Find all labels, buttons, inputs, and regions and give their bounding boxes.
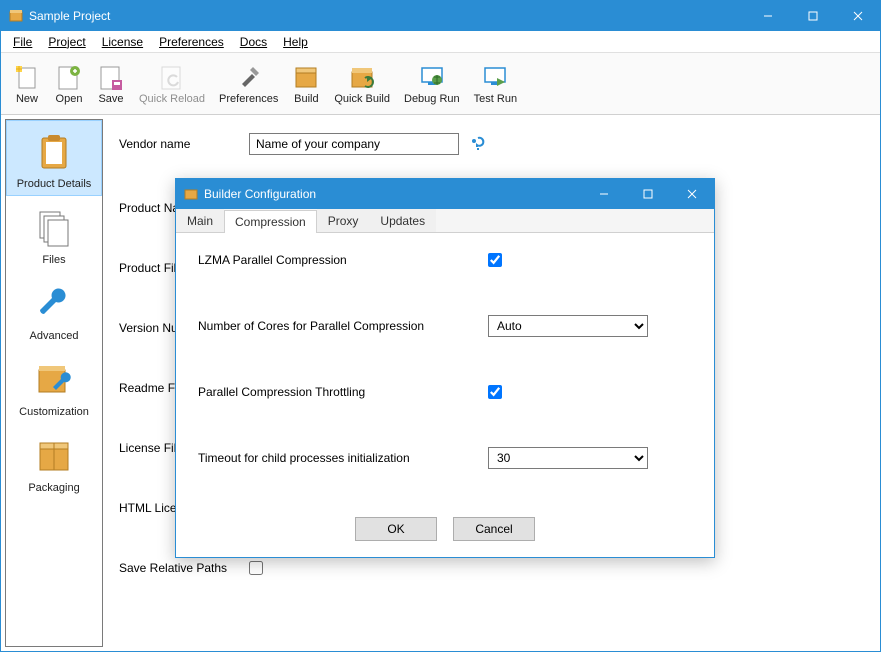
timeout-select[interactable]: 30	[488, 447, 648, 469]
quick-build-icon	[348, 63, 376, 91]
vendor-name-input[interactable]	[249, 133, 459, 155]
ok-button[interactable]: OK	[355, 517, 437, 541]
customization-icon	[32, 358, 76, 402]
row-save-relative: Save Relative Paths	[119, 561, 864, 575]
cores-label: Number of Cores for Parallel Compression	[198, 319, 488, 333]
toolbar-quick-build[interactable]: Quick Build	[328, 56, 396, 112]
app-icon	[9, 9, 23, 23]
toolbar-quick-reload: Quick Reload	[133, 56, 211, 112]
throttle-label: Parallel Compression Throttling	[198, 385, 488, 399]
toolbar: New Open Save Quick Reload Preferences B…	[1, 53, 880, 115]
tab-main[interactable]: Main	[176, 209, 224, 232]
sidebar-item-label: Customization	[19, 406, 89, 418]
debug-run-icon	[418, 63, 446, 91]
menubar: File Project License Preferences Docs He…	[1, 31, 880, 53]
files-icon	[32, 206, 76, 250]
row-timeout: Timeout for child processes initializati…	[198, 447, 692, 469]
titlebar: Sample Project	[1, 1, 880, 31]
sidebar-item-label: Packaging	[28, 482, 79, 494]
tab-proxy[interactable]: Proxy	[317, 209, 370, 232]
preferences-icon	[235, 63, 263, 91]
toolbar-debug-run[interactable]: Debug Run	[398, 56, 466, 112]
row-lzma: LZMA Parallel Compression	[198, 253, 692, 267]
package-icon	[32, 434, 76, 478]
clipboard-icon	[32, 130, 76, 174]
dialog-minimize-button[interactable]	[582, 179, 626, 209]
throttle-checkbox[interactable]	[488, 385, 502, 399]
menu-project[interactable]: Project	[40, 33, 93, 51]
sidebar-item-files[interactable]: Files	[6, 196, 102, 272]
row-throttle: Parallel Compression Throttling	[198, 385, 692, 399]
maximize-button[interactable]	[790, 1, 835, 31]
timeout-label: Timeout for child processes initializati…	[198, 451, 488, 465]
test-run-icon	[481, 63, 509, 91]
toolbar-new[interactable]: New	[7, 56, 47, 112]
sidebar-item-label: Files	[42, 254, 65, 266]
toolbar-build[interactable]: Build	[286, 56, 326, 112]
build-icon	[292, 63, 320, 91]
save-icon	[97, 63, 125, 91]
sidebar-item-label: Product Details	[17, 178, 92, 190]
sidebar-item-packaging[interactable]: Packaging	[6, 424, 102, 500]
wrench-icon	[32, 282, 76, 326]
close-button[interactable]	[835, 1, 880, 31]
sidebar-item-product-details[interactable]: Product Details	[6, 120, 102, 196]
toolbar-test-run[interactable]: Test Run	[468, 56, 523, 112]
sidebar-item-label: Advanced	[30, 330, 79, 342]
dialog-icon	[184, 187, 198, 201]
window-controls	[745, 1, 880, 31]
save-relative-checkbox[interactable]	[249, 561, 263, 575]
row-cores: Number of Cores for Parallel Compression…	[198, 315, 692, 337]
toolbar-save[interactable]: Save	[91, 56, 131, 112]
dialog-tabs: Main Compression Proxy Updates	[176, 209, 714, 233]
menu-file[interactable]: File	[5, 33, 40, 51]
sidebar-item-advanced[interactable]: Advanced	[6, 272, 102, 348]
menu-docs[interactable]: Docs	[232, 33, 275, 51]
lzma-checkbox[interactable]	[488, 253, 502, 267]
open-icon	[55, 63, 83, 91]
dialog-buttons: OK Cancel	[176, 509, 714, 553]
vendor-name-label: Vendor name	[119, 137, 249, 151]
lzma-label: LZMA Parallel Compression	[198, 253, 488, 267]
tab-updates[interactable]: Updates	[369, 209, 436, 232]
window-title: Sample Project	[29, 9, 745, 23]
tab-compression[interactable]: Compression	[224, 210, 317, 233]
new-icon	[13, 63, 41, 91]
dialog-title: Builder Configuration	[204, 187, 582, 201]
sidebar-item-customization[interactable]: Customization	[6, 348, 102, 424]
reload-icon	[158, 63, 186, 91]
dialog-body: LZMA Parallel Compression Number of Core…	[176, 233, 714, 509]
dialog-titlebar: Builder Configuration	[176, 179, 714, 209]
menu-license[interactable]: License	[94, 33, 151, 51]
row-vendor-name: Vendor name	[119, 133, 864, 155]
sidebar: Product Details Files Advanced Customiza…	[5, 119, 103, 647]
save-relative-label: Save Relative Paths	[119, 561, 249, 575]
menu-preferences[interactable]: Preferences	[151, 33, 232, 51]
toolbar-open[interactable]: Open	[49, 56, 89, 112]
menu-help[interactable]: Help	[275, 33, 316, 51]
builder-config-dialog: Builder Configuration Main Compression P…	[175, 178, 715, 558]
toolbar-preferences[interactable]: Preferences	[213, 56, 284, 112]
minimize-button[interactable]	[745, 1, 790, 31]
cores-select[interactable]: Auto	[488, 315, 648, 337]
help-icon[interactable]	[471, 136, 485, 153]
dialog-close-button[interactable]	[670, 179, 714, 209]
dialog-maximize-button[interactable]	[626, 179, 670, 209]
cancel-button[interactable]: Cancel	[453, 517, 535, 541]
